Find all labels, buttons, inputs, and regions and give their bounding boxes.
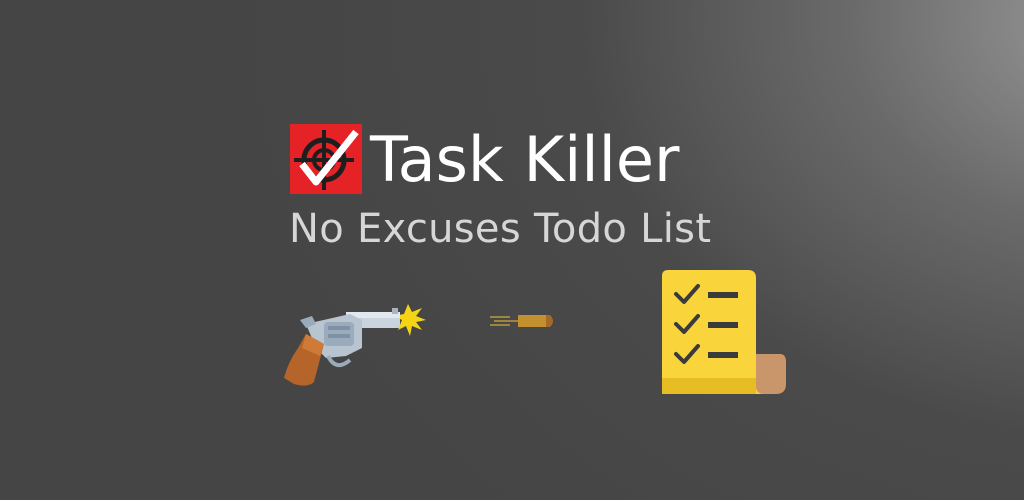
app-subtitle: No Excuses Todo List — [289, 206, 712, 252]
app-title: Task Killer — [370, 123, 680, 196]
checklist-icon — [662, 270, 786, 394]
target-check-icon — [290, 124, 362, 194]
bullet-icon — [490, 315, 553, 327]
revolver-icon — [284, 304, 426, 386]
